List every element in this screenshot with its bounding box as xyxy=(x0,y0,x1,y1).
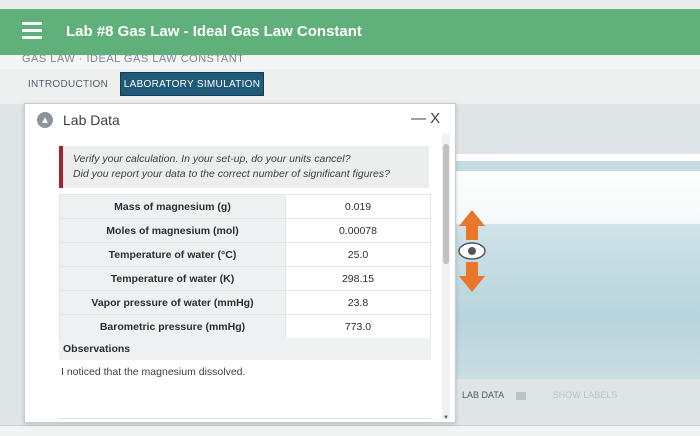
row-value: 25.0 xyxy=(285,242,431,267)
divider xyxy=(59,418,431,419)
tag-icon xyxy=(516,391,527,400)
app-header: Lab #8 Gas Law - Ideal Gas Law Constant xyxy=(0,9,700,55)
tab-introduction[interactable]: INTRODUCTION xyxy=(24,72,112,96)
row-label: Moles of magnesium (mol) xyxy=(59,218,286,243)
row-label: Temperature of water (K) xyxy=(59,266,286,291)
table-row: Vapor pressure of water (mmHg) 23.8 xyxy=(59,290,431,315)
observations-header: Observations xyxy=(59,338,431,360)
scroll-down-icon[interactable]: ▼ xyxy=(442,415,450,421)
row-label: Barometric pressure (mmHg) xyxy=(59,314,286,339)
row-value: 0.019 xyxy=(285,194,431,219)
table-row: Moles of magnesium (mol) 0.00078 xyxy=(59,218,431,243)
sim-footer: LAB DATA SHOW LABELS xyxy=(462,390,617,400)
simulation-band xyxy=(455,161,700,171)
bottom-bar xyxy=(0,425,700,436)
lab-flask-icon: ▲ xyxy=(37,112,53,128)
tab-laboratory-simulation[interactable]: LABORATORY SIMULATION xyxy=(120,72,264,96)
row-label: Temperature of water (°C) xyxy=(59,242,286,267)
water-bath xyxy=(455,224,700,379)
lab-data-modal: ▲ Lab Data — X Verify your calculation. … xyxy=(24,103,456,423)
height-adjuster[interactable] xyxy=(457,208,487,294)
page-subtitle: GAS LAW · IDEAL GAS LAW CONSTANT xyxy=(22,55,245,65)
show-labels-toggle[interactable]: SHOW LABELS xyxy=(553,390,618,400)
modal-scrollbar[interactable]: ▼ xyxy=(442,134,450,421)
table-row: Mass of magnesium (g) 0.019 xyxy=(59,194,431,219)
tab-bar: INTRODUCTION LABORATORY SIMULATION xyxy=(0,69,700,104)
subtitle-strip: GAS LAW · IDEAL GAS LAW CONSTANT xyxy=(0,55,700,69)
modal-title: Lab Data xyxy=(63,112,120,128)
lab-data-button[interactable]: LAB DATA xyxy=(462,390,504,400)
table-row: Temperature of water (K) 298.15 xyxy=(59,266,431,291)
arrow-up-icon xyxy=(459,210,485,240)
app-title: Lab #8 Gas Law - Ideal Gas Law Constant xyxy=(66,23,362,40)
observations-text[interactable]: I noticed that the magnesium dissolved. xyxy=(61,366,245,378)
arrow-down-icon xyxy=(459,262,485,292)
callout-line-2: Did you report your data to the correct … xyxy=(73,168,390,180)
callout-line-1: Verify your calculation. In your set-up,… xyxy=(73,153,351,165)
menu-icon[interactable] xyxy=(22,22,42,42)
row-value: 773.0 xyxy=(285,314,431,339)
row-label: Mass of magnesium (g) xyxy=(59,194,286,219)
close-button[interactable]: — X xyxy=(411,110,440,127)
scroll-thumb[interactable] xyxy=(443,144,449,264)
row-value: 298.15 xyxy=(285,266,431,291)
table-row: Barometric pressure (mmHg) 773.0 xyxy=(59,314,431,339)
row-value: 0.00078 xyxy=(285,218,431,243)
row-value: 23.8 xyxy=(285,290,431,315)
lab-data-table: Mass of magnesium (g) 0.019 Moles of mag… xyxy=(59,194,431,339)
row-label: Vapor pressure of water (mmHg) xyxy=(59,290,286,315)
verification-callout: Verify your calculation. In your set-up,… xyxy=(59,146,429,188)
table-row: Temperature of water (°C) 25.0 xyxy=(59,242,431,267)
